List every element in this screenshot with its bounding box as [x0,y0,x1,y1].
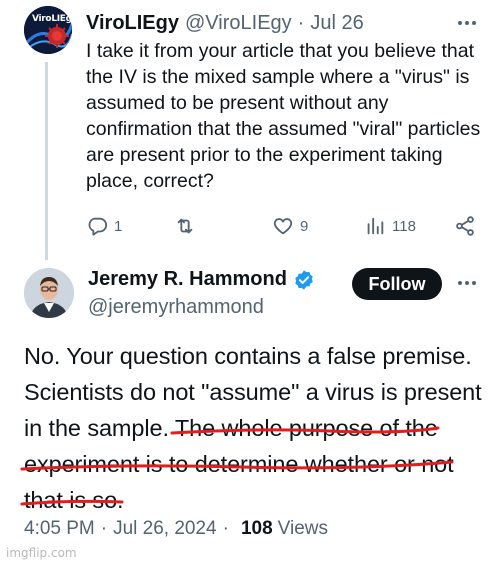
time-date-separator: · [100,518,108,539]
like-icon [273,218,293,235]
imgflip-watermark: imgflip.com [6,546,77,560]
share-button[interactable] [454,212,476,240]
person-avatar-graphic [24,268,74,318]
tweet-date[interactable]: Jul 26, 2024 [113,518,217,540]
author-name-row: Jeremy R. Hammond [88,268,315,291]
reply-icon [88,217,108,236]
reply-handle[interactable]: @ViroLIEgy [185,12,292,35]
reply-button[interactable]: 1 [86,212,122,240]
main-tweet-text: No. Your question contains a false premi… [24,338,484,518]
reply-separator: · [297,11,305,34]
reply-date[interactable]: Jul 26 [310,12,363,35]
views-icon [367,217,384,235]
like-count: 9 [300,217,309,235]
views-button[interactable]: 118 [364,212,416,240]
reply-display-name[interactable]: ViroLIEgy [86,12,179,35]
jeremy-avatar[interactable] [24,268,74,318]
more-icon[interactable] [456,12,478,34]
date-views-separator: · [222,518,229,539]
tweet-views-count: 108 [240,518,273,539]
verified-badge-icon[interactable] [293,269,315,291]
reply-count: 1 [114,217,123,235]
tweet-views-label: Views [277,518,328,539]
author-handle[interactable]: @jeremyrhammond [88,296,264,319]
like-button[interactable]: 9 [272,212,308,240]
reply-action-bar: 1 9 118 [86,212,481,240]
viroliegy-avatar[interactable]: ViroLIEgy [24,6,72,54]
share-icon [456,216,474,236]
page: ViroLIEgy ViroLIEgy @ViroLIEgy · Jul 26 … [0,0,500,564]
avatar-logo-text: ViroLIEgy [32,14,72,24]
reply-text: I take it from your article that you bel… [86,40,481,192]
views-count: 118 [392,217,416,235]
author-display-name[interactable]: Jeremy R. Hammond [88,268,287,291]
tweet-meta: 4:05 PM · Jul 26, 2024 · 108 Views [24,518,328,540]
more-icon[interactable] [456,272,478,294]
follow-button[interactable]: Follow [352,268,442,300]
retweet-button[interactable] [174,212,202,240]
reply-header: ViroLIEgy @ViroLIEgy · Jul 26 [86,10,480,36]
tweet-time[interactable]: 4:05 PM [24,518,95,540]
thread-line [45,62,48,260]
retweet-icon [177,218,193,234]
